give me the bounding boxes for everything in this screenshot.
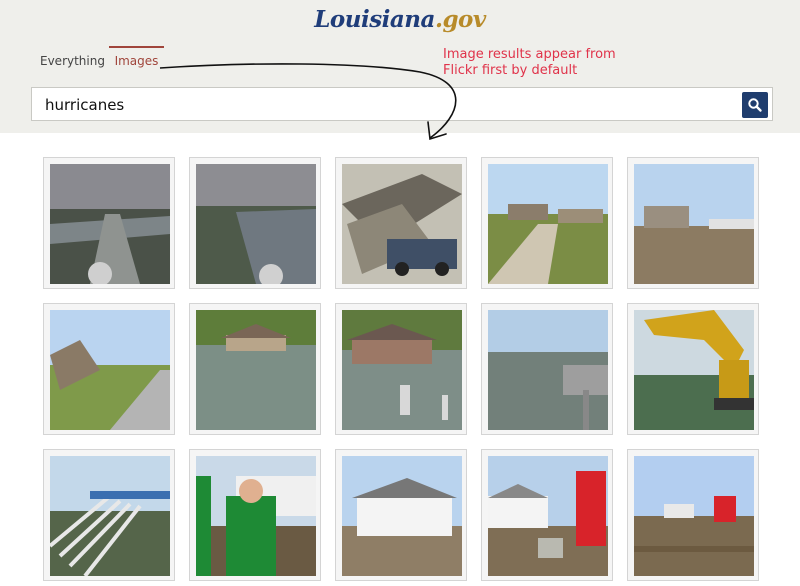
image-thumbnail <box>488 310 608 430</box>
image-result-tile[interactable] <box>627 157 759 289</box>
image-thumbnail <box>634 164 754 284</box>
search-box: hurricanes <box>31 87 773 121</box>
image-result-tile[interactable] <box>627 449 759 581</box>
image-result-tile[interactable] <box>481 303 613 435</box>
image-result-tile[interactable] <box>627 303 759 435</box>
image-thumbnail <box>196 456 316 576</box>
image-thumbnail <box>196 164 316 284</box>
image-result-tile[interactable] <box>43 449 175 581</box>
image-thumbnail <box>488 456 608 576</box>
search-button[interactable] <box>742 92 768 118</box>
image-thumbnail <box>342 456 462 576</box>
image-result-tile[interactable] <box>335 303 467 435</box>
image-thumbnail <box>342 310 462 430</box>
image-result-tile[interactable] <box>189 303 321 435</box>
image-result-tile[interactable] <box>43 157 175 289</box>
image-result-tile[interactable] <box>335 449 467 581</box>
search-input[interactable]: hurricanes <box>45 96 124 114</box>
annotation-note: Image results appear from Flickr first b… <box>443 47 616 78</box>
image-result-tile[interactable] <box>481 157 613 289</box>
tab-images[interactable]: Images <box>109 46 164 68</box>
image-thumbnail <box>488 164 608 284</box>
image-thumbnail <box>634 456 754 576</box>
image-thumbnail <box>342 164 462 284</box>
image-result-tile[interactable] <box>43 303 175 435</box>
image-result-tile[interactable] <box>481 449 613 581</box>
image-thumbnail <box>196 310 316 430</box>
image-thumbnail <box>50 310 170 430</box>
image-result-tile[interactable] <box>189 157 321 289</box>
search-icon <box>748 98 762 112</box>
image-result-tile[interactable] <box>335 157 467 289</box>
site-logo[interactable]: Louisiana.gov <box>0 6 800 33</box>
image-thumbnail <box>50 164 170 284</box>
image-thumbnail <box>634 310 754 430</box>
image-thumbnail <box>50 456 170 576</box>
site-header: Louisiana.gov Everything Images Image re… <box>0 0 800 133</box>
tab-everything[interactable]: Everything <box>40 46 105 68</box>
image-result-tile[interactable] <box>189 449 321 581</box>
